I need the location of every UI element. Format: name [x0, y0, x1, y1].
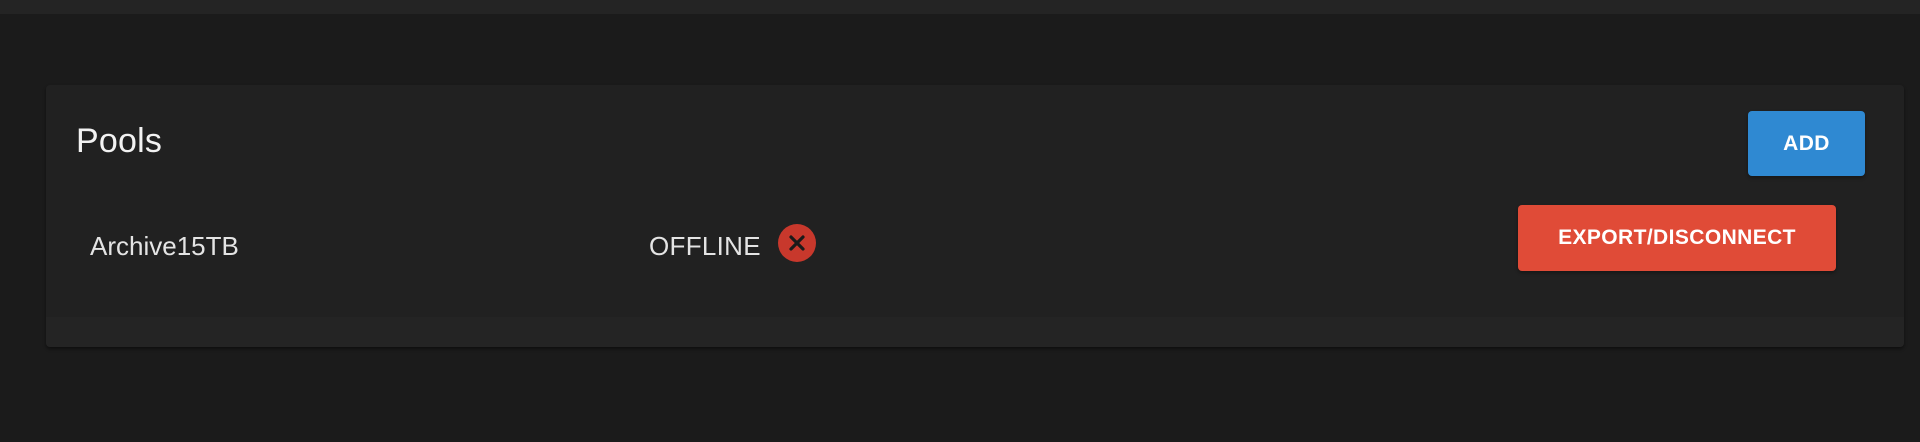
add-pool-button[interactable]: ADD	[1748, 111, 1865, 176]
pool-row: Archive15TB OFFLINE EXPORT/DISCONNECT	[46, 203, 1904, 283]
pools-card-header: Pools ADD	[46, 85, 1904, 201]
top-toolbar	[0, 0, 1920, 14]
pools-card-footer	[46, 317, 1904, 347]
pool-status-text: OFFLINE	[649, 231, 761, 261]
pool-name: Archive15TB	[90, 231, 239, 261]
x-circle-icon	[778, 224, 816, 262]
pools-card: Pools ADD Archive15TB OFFLINE EXPORT/DIS…	[46, 85, 1904, 347]
export-disconnect-button[interactable]: EXPORT/DISCONNECT	[1518, 205, 1836, 271]
page-title: Pools	[76, 122, 163, 160]
